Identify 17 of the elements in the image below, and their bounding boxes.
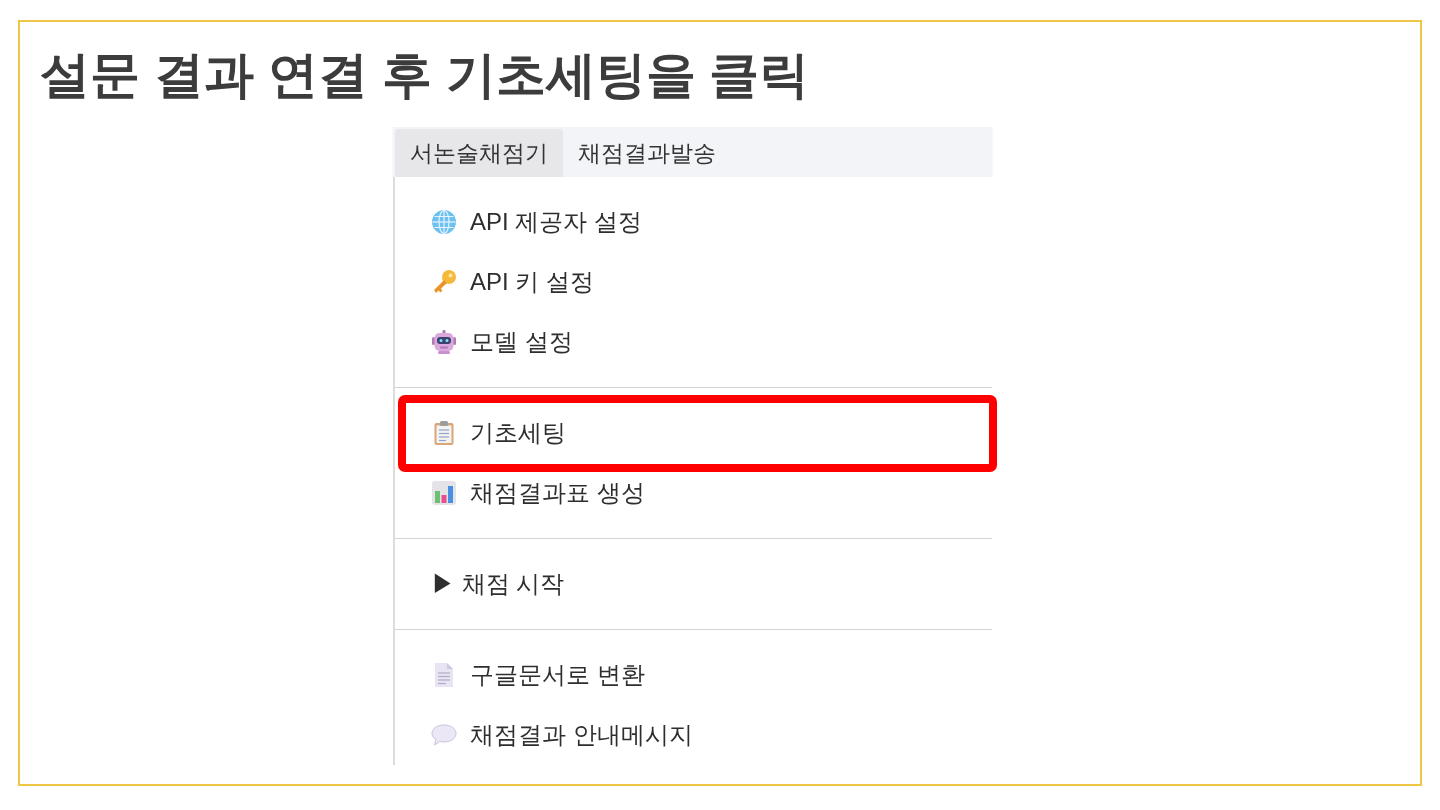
menu-item[interactable]: 채점결과표 생성 <box>431 478 645 508</box>
document-icon <box>433 662 455 688</box>
menu-tab[interactable]: 채점결과발송 <box>563 129 731 177</box>
menu-tab[interactable]: 서논술채점기 <box>395 129 563 177</box>
menu-item[interactable]: 기초세팅 <box>431 418 566 448</box>
robot-icon <box>431 329 457 355</box>
key-icon <box>431 269 457 295</box>
menu-item[interactable]: API 제공자 설정 <box>431 207 643 237</box>
speech-bubble-icon <box>431 724 457 746</box>
menu-item[interactable]: ▶ 채점 시작 <box>431 569 565 599</box>
slide-title: 설문 결과 연결 후 기초세팅을 클릭 <box>40 46 810 105</box>
menu-item[interactable]: 구글문서로 변환 <box>431 660 645 690</box>
menu-item[interactable]: API 키 설정 <box>431 267 595 297</box>
menu-item[interactable]: 채점결과 안내메시지 <box>431 720 693 750</box>
globe-icon <box>431 209 457 235</box>
bar-chart-icon <box>431 480 457 506</box>
menu-item[interactable]: 모델 설정 <box>431 327 573 357</box>
